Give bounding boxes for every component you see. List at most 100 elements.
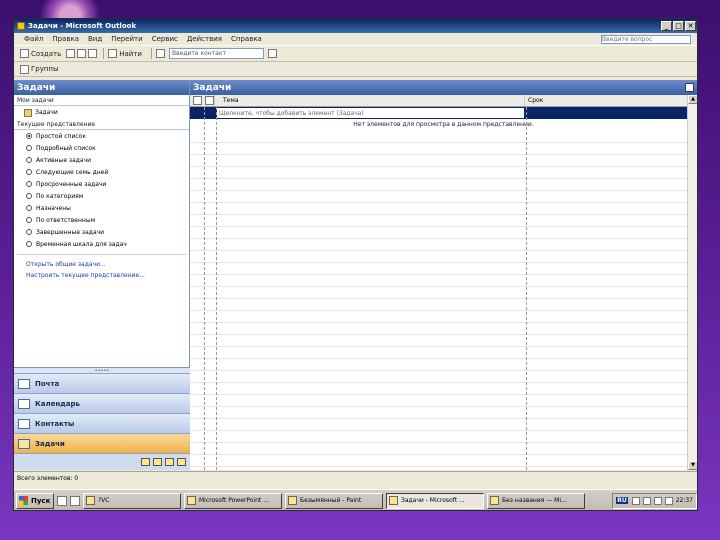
view-option[interactable]: По ответственным	[26, 214, 189, 226]
contact-search-input[interactable]: Введите контакт	[168, 48, 264, 59]
nav-button-contacts[interactable]: Контакты	[14, 413, 190, 433]
menu-view[interactable]: Вид	[88, 35, 102, 43]
nav-button-tasks[interactable]: Задачи	[14, 433, 190, 453]
radio-button[interactable]	[26, 181, 32, 187]
quick-launch-icon[interactable]	[57, 495, 67, 506]
print-icon[interactable]	[66, 49, 76, 58]
menu-tools[interactable]: Сервис	[152, 35, 178, 43]
folder-icon	[86, 496, 95, 505]
nav-button-mail[interactable]: Почта	[14, 373, 190, 393]
radio-button[interactable]	[26, 145, 32, 151]
view-option[interactable]: Активные задачи	[26, 154, 189, 166]
view-option[interactable]: Подробный список	[26, 142, 189, 154]
my-tasks-title: Мои задачи	[14, 95, 189, 106]
taskbar-item-label: Задачи - Microsoft ...	[401, 497, 465, 504]
calendar-icon	[18, 398, 30, 409]
nav-buttons: ••••• Почта Календарь Контакты Задачи	[14, 367, 190, 470]
taskbar-item[interactable]: ?VC	[83, 492, 181, 509]
scroll-up-arrow[interactable]: ▲	[688, 95, 697, 104]
menu-go[interactable]: Перейти	[111, 35, 143, 43]
open-shared-tasks-link[interactable]: Открыть общие задачи...	[14, 259, 189, 270]
my-tasks-folder[interactable]: Задачи	[14, 106, 189, 119]
vertical-scrollbar[interactable]: ▲ ▼	[687, 95, 697, 470]
create-button[interactable]: Создать	[20, 49, 61, 58]
start-button[interactable]: Пуск	[16, 492, 54, 509]
nav-button-calendar[interactable]: Календарь	[14, 393, 190, 413]
delete-icon[interactable]	[88, 49, 98, 58]
quick-launch-icon[interactable]	[70, 495, 80, 506]
taskbar-item-label: Без названия — Mi...	[502, 497, 567, 504]
view-option[interactable]: Завершенные задачи	[26, 226, 189, 238]
network-icon[interactable]	[631, 496, 640, 505]
close-button[interactable]: ✕	[685, 21, 696, 31]
view-option[interactable]: Следующие семь дней	[26, 166, 189, 178]
notes-icon[interactable]	[141, 458, 150, 466]
grid-column-divider	[526, 107, 527, 470]
groups-toolbar: Группы	[14, 62, 697, 77]
help-search-input[interactable]	[601, 34, 691, 44]
help-icon[interactable]	[267, 49, 277, 58]
radio-button[interactable]	[26, 241, 32, 247]
subject-column-header[interactable]: Тема	[214, 95, 524, 106]
radio-button[interactable]	[26, 217, 32, 223]
groups-button[interactable]: Группы	[20, 64, 59, 74]
complete-column-header[interactable]	[205, 96, 214, 105]
radio-button[interactable]	[26, 229, 32, 235]
tasks-icon	[18, 438, 30, 449]
task-folder-icon	[24, 108, 32, 117]
radio-button[interactable]	[26, 193, 32, 199]
minimize-button[interactable]: _	[661, 21, 672, 31]
radio-button[interactable]	[26, 205, 32, 211]
move-icon[interactable]	[77, 49, 87, 58]
radio-button[interactable]	[26, 133, 32, 139]
taskbar-item-active[interactable]: Задачи - Microsoft ...	[386, 492, 484, 509]
new-item-icon	[20, 49, 29, 58]
shortcuts-icon[interactable]	[165, 458, 174, 466]
radio-button[interactable]	[26, 157, 32, 163]
view-option[interactable]: Просроченные задачи	[26, 178, 189, 190]
taskbar-item-label: Безымянный - Paint	[300, 497, 362, 504]
folder-list-icon[interactable]	[153, 458, 162, 466]
nav-footer	[14, 453, 190, 470]
customize-view-link[interactable]: Настроить текущее представление...	[14, 270, 189, 281]
icon-column-header[interactable]	[193, 96, 202, 105]
view-option[interactable]: Временная шкала для задач	[26, 238, 189, 250]
windows-logo-icon	[19, 496, 28, 505]
find-icon	[108, 49, 118, 58]
menu-actions[interactable]: Действия	[187, 35, 222, 43]
taskbar-item[interactable]: Microsoft PowerPoint ...	[184, 492, 282, 509]
due-column-header[interactable]: Срок	[524, 95, 697, 106]
view-option[interactable]: По категориям	[26, 190, 189, 202]
address-book-icon[interactable]	[155, 49, 165, 58]
menu-help[interactable]: Справка	[231, 35, 262, 43]
view-option-label: Простой список	[36, 132, 86, 140]
find-button[interactable]: Найти	[108, 49, 142, 58]
antivirus-icon[interactable]	[653, 496, 662, 505]
view-option-label: Просроченные задачи	[36, 180, 107, 188]
view-option-label: Временная шкала для задач	[36, 240, 127, 248]
view-option-label: По ответственным	[36, 216, 96, 224]
radio-button[interactable]	[26, 169, 32, 175]
taskbar-item-label: ?VC	[98, 497, 110, 504]
maximize-button[interactable]: □	[673, 21, 684, 31]
new-task-input[interactable]: Щелкните, чтобы добавить элемент (Задача…	[217, 108, 524, 118]
empty-view-message: Нет элементов для просмотра в данном пре…	[353, 121, 534, 128]
language-indicator[interactable]: RU	[616, 497, 628, 504]
volume-icon[interactable]	[642, 496, 651, 505]
taskbar-item[interactable]: Безымянный - Paint	[285, 492, 383, 509]
view-option[interactable]: Назначены	[26, 202, 189, 214]
taskbar-item[interactable]: Без названия — Mi...	[487, 492, 585, 509]
content-title: Задачи	[193, 82, 232, 93]
my-tasks-folder-label: Задачи	[35, 109, 58, 116]
toolbar-separator	[150, 48, 152, 59]
messenger-icon[interactable]	[664, 496, 673, 505]
scroll-down-arrow[interactable]: ▼	[688, 461, 697, 470]
toolbar-separator	[103, 48, 105, 59]
view-option-label: По категориям	[36, 192, 84, 200]
content-header: Задачи	[190, 80, 697, 95]
configure-buttons-icon[interactable]	[177, 458, 186, 466]
view-option[interactable]: Простой список	[26, 130, 189, 142]
task-list-pane: Задачи Тема Срок Щелкните, чтобы добавит…	[190, 80, 697, 470]
menu-edit[interactable]: Правка	[52, 35, 79, 43]
menu-file[interactable]: Файл	[24, 35, 43, 43]
